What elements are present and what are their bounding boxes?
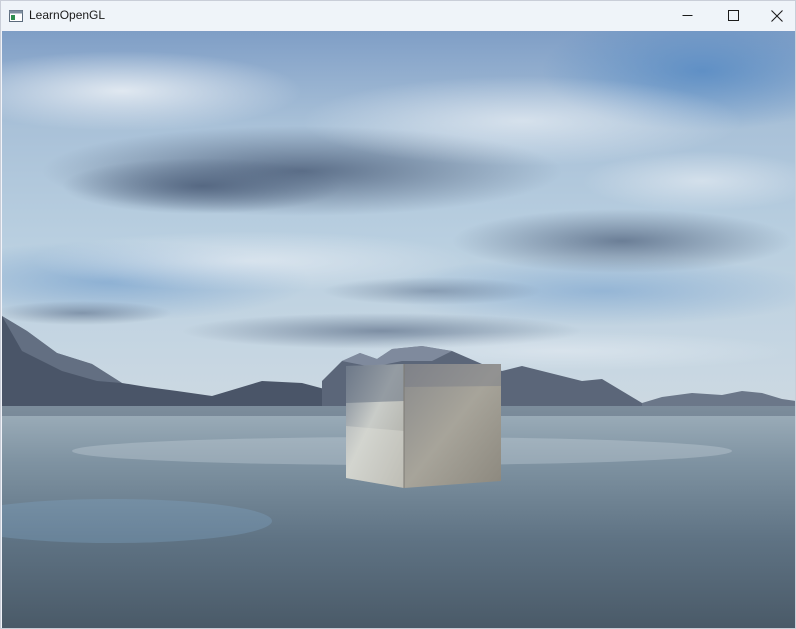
opengl-viewport[interactable] [2, 31, 795, 628]
minimize-button[interactable] [664, 1, 710, 30]
app-window-icon [9, 9, 23, 22]
maximize-icon [727, 10, 739, 21]
reflective-cube[interactable] [346, 364, 501, 488]
scene-canvas [2, 31, 795, 628]
app-window: LearnOpenGL [0, 0, 796, 629]
title-bar[interactable]: LearnOpenGL [1, 1, 795, 30]
maximize-button[interactable] [710, 1, 756, 30]
close-icon [771, 9, 783, 22]
minimize-icon [682, 15, 692, 16]
close-button[interactable] [754, 1, 795, 30]
window-title: LearnOpenGL [29, 8, 106, 22]
